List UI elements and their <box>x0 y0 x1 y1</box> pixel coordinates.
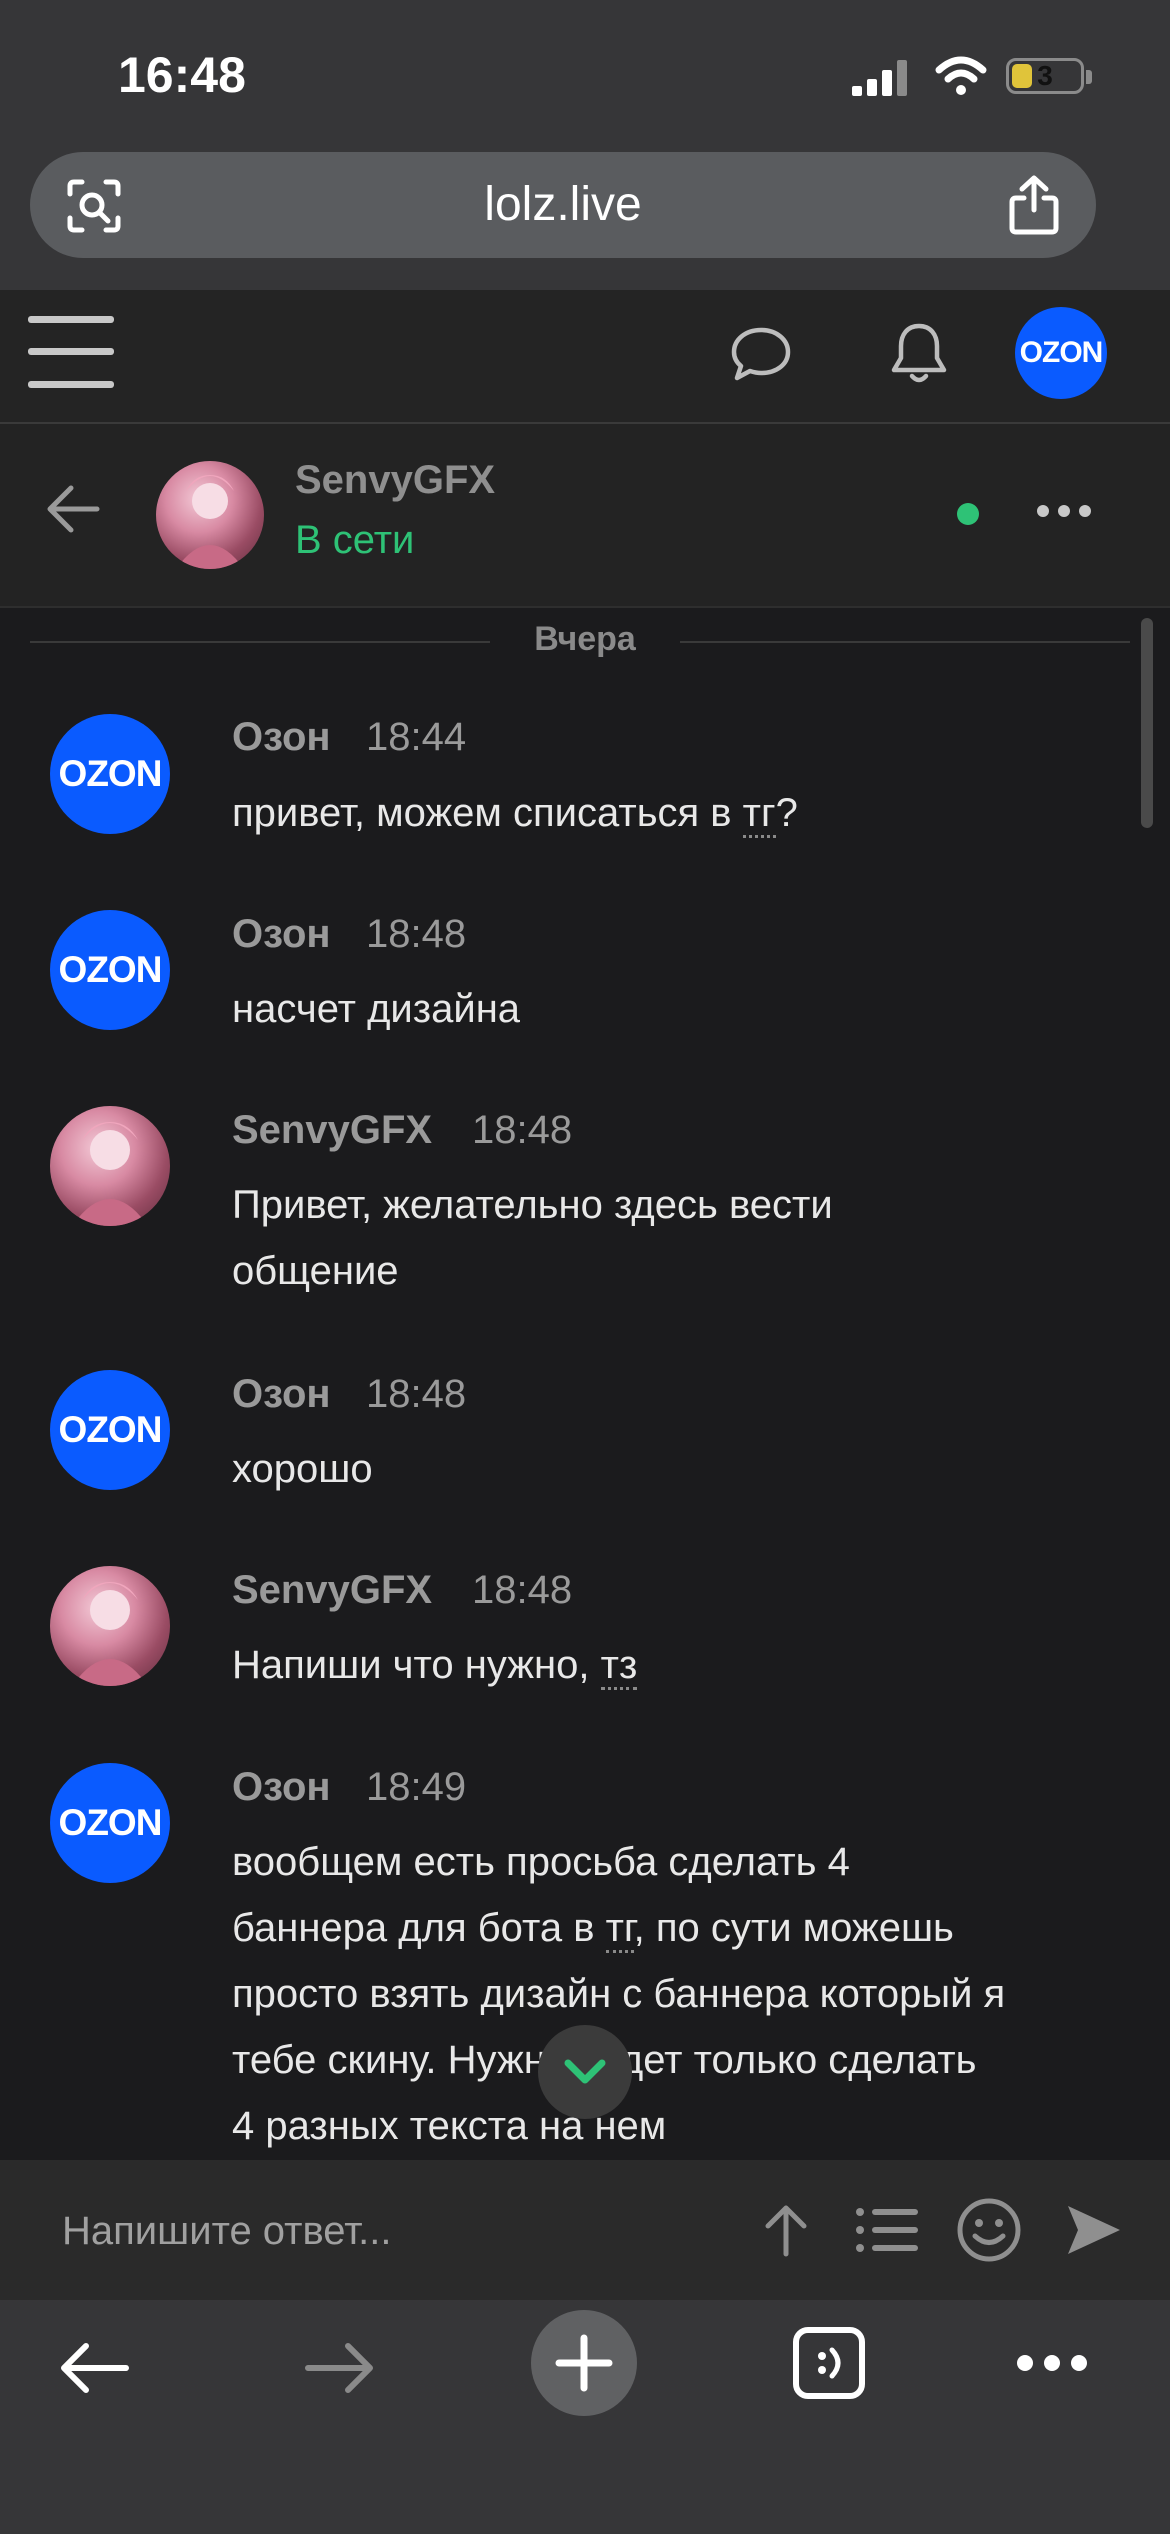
user-avatar[interactable]: OZON <box>1015 307 1107 399</box>
abbreviation-tooltip[interactable]: тз <box>600 1643 638 1690</box>
contact-name[interactable]: SenvyGFX <box>295 458 495 503</box>
message-author[interactable]: Озон <box>232 1372 331 1417</box>
tabs-icon[interactable] <box>792 2326 866 2400</box>
online-indicator <box>957 503 979 525</box>
day-divider-label: Вчера <box>534 620 636 658</box>
ozon-avatar[interactable]: OZON <box>50 1763 170 1883</box>
upload-arrow-icon[interactable] <box>760 2202 812 2258</box>
notification-bell-icon[interactable] <box>888 320 950 388</box>
message-text: привет, можем списаться в тг? <box>232 780 1132 846</box>
message-time: 18:48 <box>366 912 467 956</box>
cellular-signal-icon <box>852 60 907 96</box>
plus-icon <box>555 2334 613 2392</box>
battery-level: 3 <box>1037 60 1053 91</box>
message-author[interactable]: Озон <box>232 1765 331 1810</box>
browser-more-icon[interactable] <box>1016 2354 1088 2372</box>
send-icon[interactable] <box>1064 2200 1124 2260</box>
message-author[interactable]: SenvyGFX <box>232 1568 432 1613</box>
contact-status: В сети <box>295 518 415 562</box>
wifi-icon <box>935 56 987 95</box>
browser-forward-icon[interactable] <box>304 2340 376 2396</box>
message-author[interactable]: Озон <box>232 715 331 760</box>
chat-bubble-icon[interactable] <box>730 326 792 382</box>
reply-input[interactable] <box>60 2200 724 2262</box>
message-time: 18:49 <box>366 1765 467 1809</box>
divider-line-left <box>30 641 490 643</box>
message-time: 18:48 <box>472 1108 573 1152</box>
message-time: 18:44 <box>366 715 467 759</box>
contact-avatar[interactable] <box>156 461 264 569</box>
site-header <box>0 290 1170 424</box>
address-bar[interactable]: lolz.live <box>30 152 1096 258</box>
message-text: Привет, желательно здесь вести общение <box>232 1183 833 1293</box>
message-time: 18:48 <box>472 1568 573 1612</box>
url-text: lolz.live <box>484 178 642 231</box>
message-author[interactable]: Озон <box>232 912 331 957</box>
contact-avatar[interactable] <box>50 1106 170 1226</box>
list-format-icon[interactable] <box>856 2206 918 2254</box>
scroll-to-bottom-button[interactable] <box>538 2025 632 2119</box>
more-options-icon[interactable] <box>1036 504 1092 518</box>
abbreviation-tooltip[interactable]: тг <box>605 1906 634 1953</box>
message-author[interactable]: SenvyGFX <box>232 1108 432 1153</box>
chevron-down-icon <box>564 2059 606 2084</box>
ozon-avatar[interactable]: OZON <box>50 714 170 834</box>
ozon-avatar[interactable]: OZON <box>50 1370 170 1490</box>
message-time: 18:48 <box>366 1372 467 1416</box>
battery-icon: 3 <box>1006 58 1084 94</box>
message-text: хорошо <box>232 1447 373 1491</box>
message-text: Напиши что нужно, тз <box>232 1632 1132 1698</box>
battery-tip <box>1086 70 1092 84</box>
ozon-avatar[interactable]: OZON <box>50 910 170 1030</box>
share-icon[interactable] <box>1006 174 1062 236</box>
emoji-icon[interactable] <box>956 2197 1022 2263</box>
back-arrow-icon[interactable] <box>45 483 101 535</box>
scrollbar[interactable] <box>1141 618 1153 828</box>
menu-icon[interactable] <box>28 316 114 388</box>
status-time: 16:48 <box>118 47 246 103</box>
contact-avatar[interactable] <box>50 1566 170 1686</box>
new-tab-button[interactable] <box>531 2310 637 2416</box>
browser-back-icon[interactable] <box>58 2340 130 2396</box>
message-text: вообщем есть просьба сделать 4 баннера д… <box>232 1840 1006 2148</box>
abbreviation-tooltip[interactable]: тг <box>742 791 776 838</box>
divider-line-right <box>680 641 1130 643</box>
message-text: насчет дизайна <box>232 987 521 1031</box>
